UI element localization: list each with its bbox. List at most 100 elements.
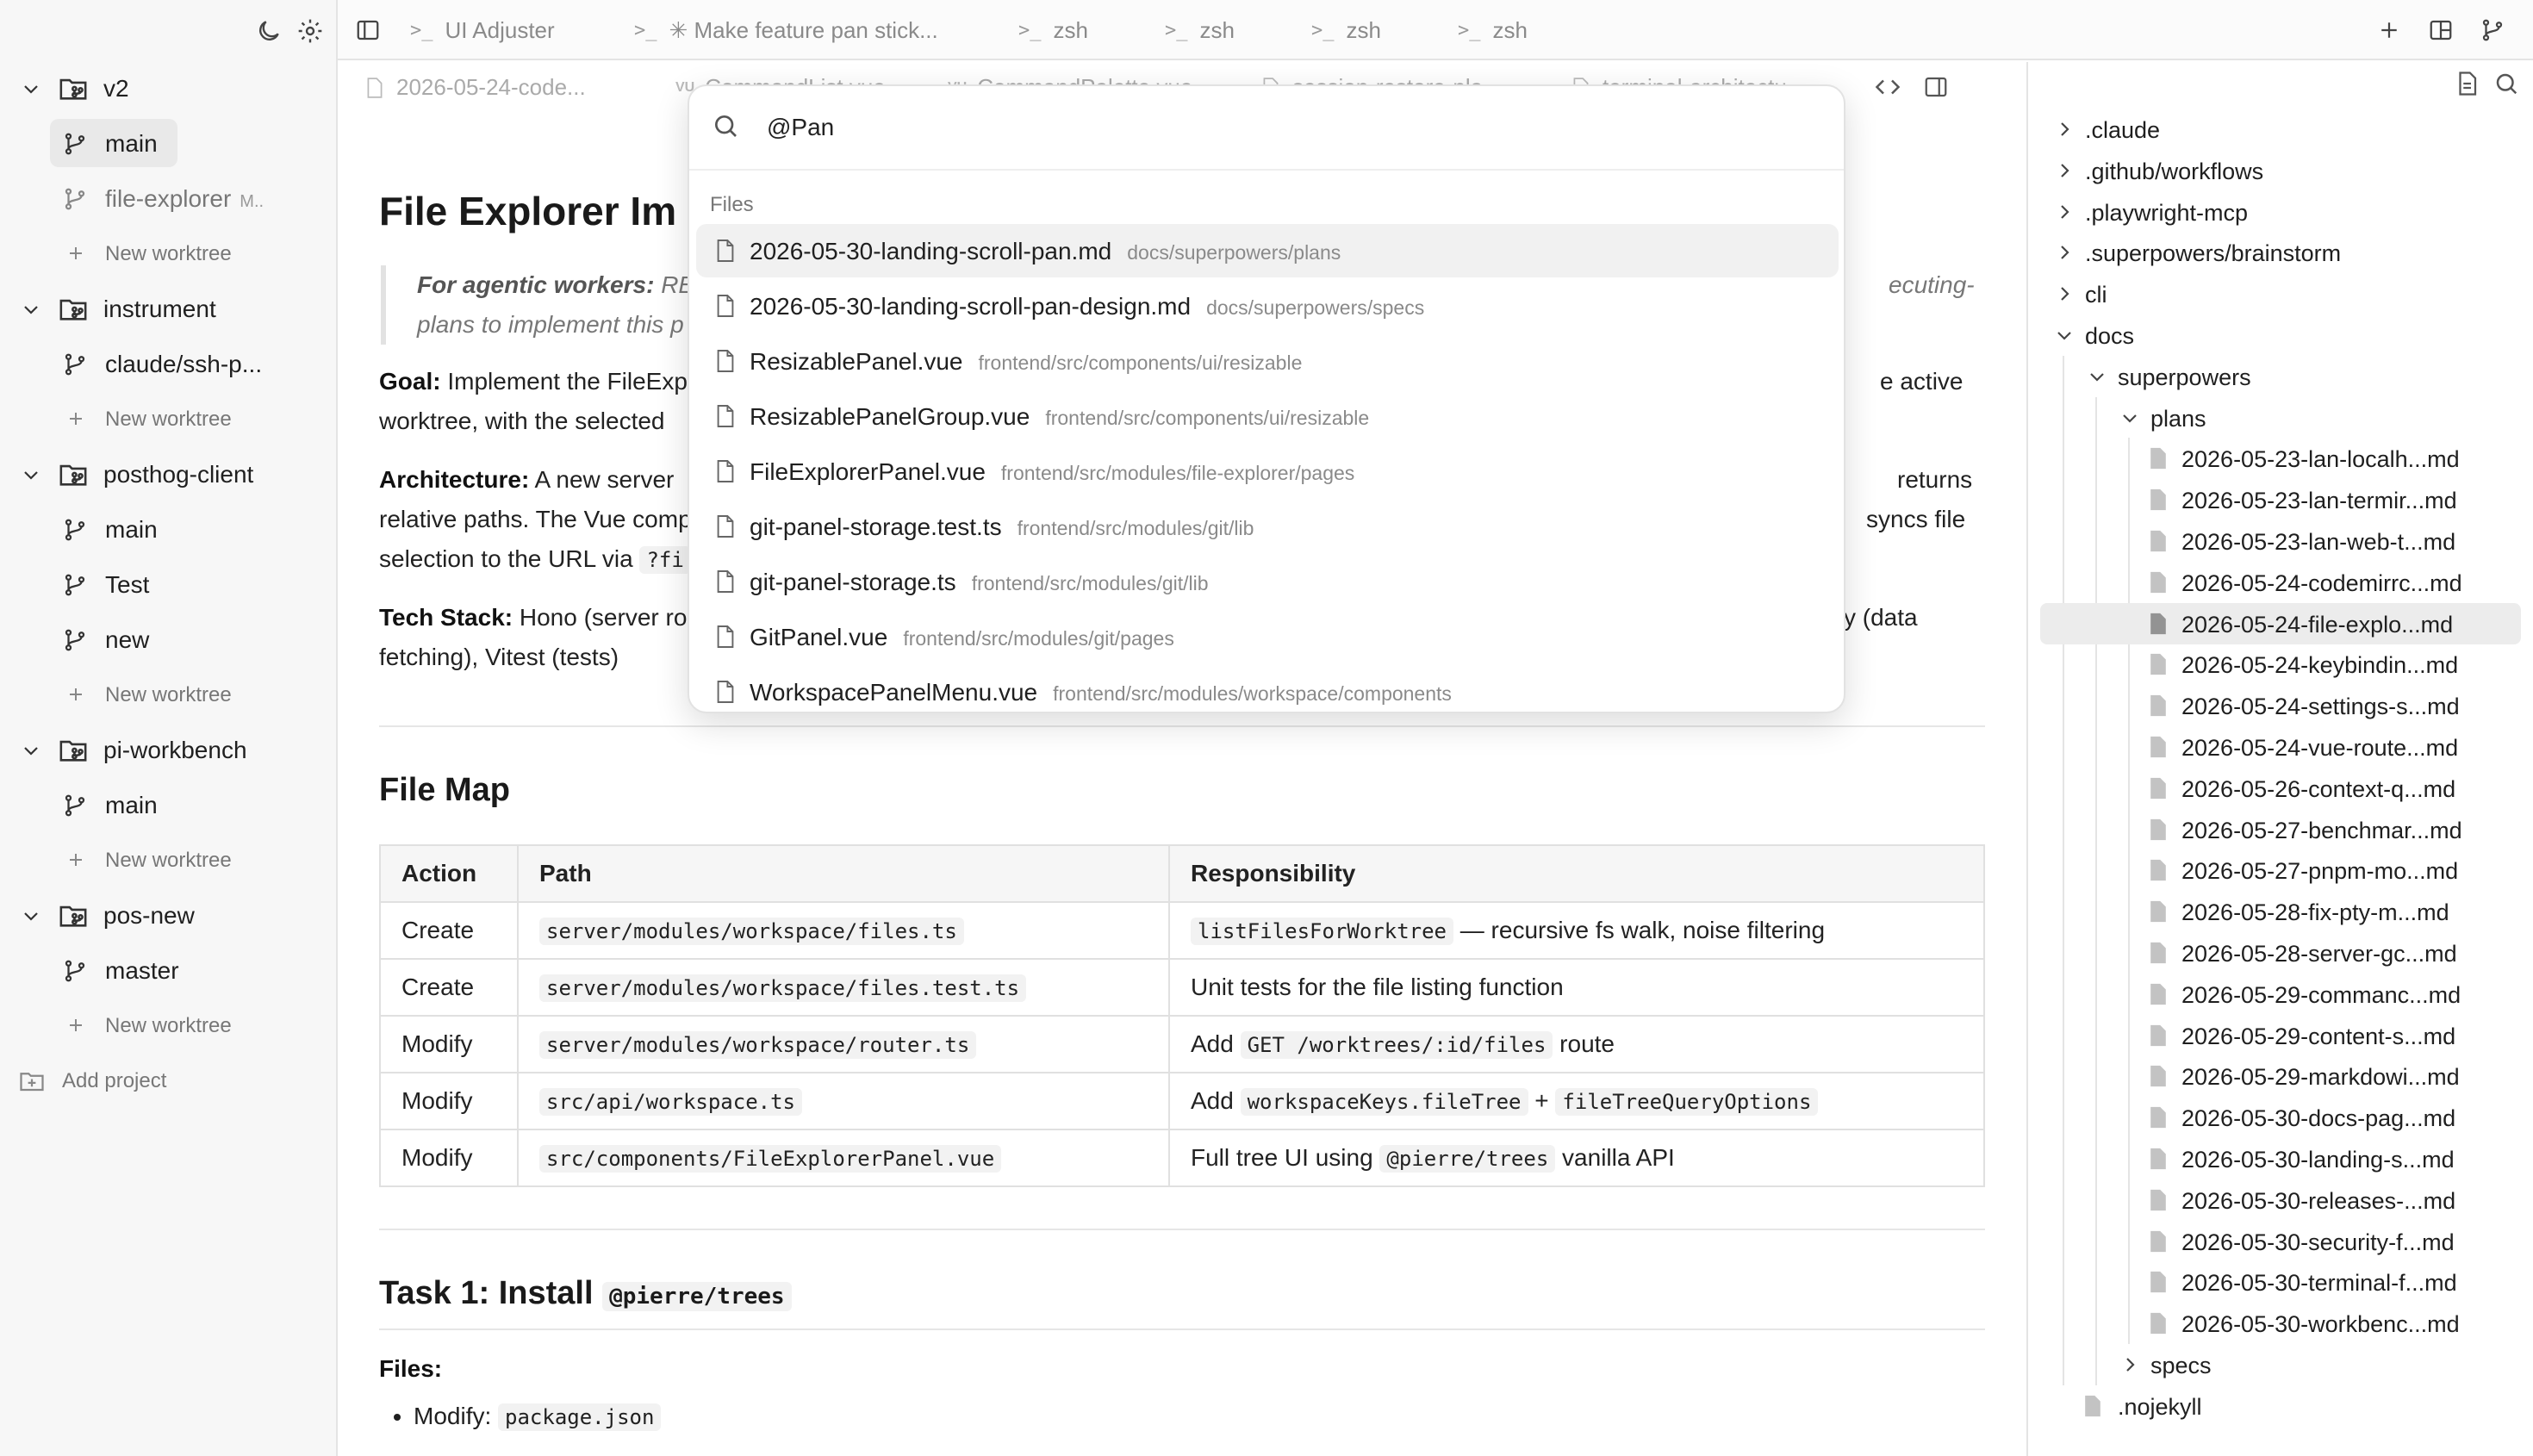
editor-tab[interactable]: 2026-05-24-code... [365, 74, 586, 101]
project-pos-new[interactable]: pos-new [0, 887, 336, 943]
tree-file[interactable]: 2026-05-30-security-f...md [2028, 1221, 2533, 1262]
tree-file[interactable]: 2026-05-24-file-explo...md [2028, 602, 2533, 644]
palette-result-item[interactable]: git-panel-storage.ts frontend/src/modules… [696, 555, 1839, 608]
tree-file[interactable]: 2026-05-27-benchmar...md [2028, 809, 2533, 850]
moon-icon[interactable] [255, 17, 283, 45]
palette-result-item[interactable]: git-panel-storage.test.ts frontend/src/mo… [696, 500, 1839, 553]
tab-zsh-1[interactable]: >_ zsh [1018, 0, 1088, 60]
tree-folder-specs[interactable]: specs [2028, 1344, 2533, 1385]
gear-icon[interactable] [296, 17, 324, 45]
worktree-file-explorer[interactable]: file-explorer M.. [0, 171, 336, 226]
result-path: frontend/src/components/ui/resizable [1045, 407, 1370, 429]
code-view-icon[interactable] [1875, 74, 1901, 100]
tree-folder-superpowers[interactable]: superpowers [2028, 356, 2533, 397]
result-label: 2026-05-30-landing-scroll-pan.md docs/sup… [750, 238, 1341, 265]
panel-toggle-icon[interactable] [1923, 74, 1949, 100]
add-project-button[interactable]: Add project [0, 1053, 336, 1108]
tree-file[interactable]: 2026-05-28-server-gc...md [2028, 932, 2533, 974]
project-instrument[interactable]: instrument [0, 281, 336, 336]
new-worktree-button[interactable]: New worktree [0, 998, 336, 1053]
tree-file[interactable]: 2026-05-28-fix-pty-m...md [2028, 891, 2533, 932]
tree-file[interactable]: 2026-05-24-vue-route...md [2028, 726, 2533, 768]
project-name: instrument [103, 296, 216, 322]
tree-folder-playwright-mcp[interactable]: .playwright-mcp [2028, 191, 2533, 233]
project-folder-icon [59, 74, 88, 103]
tree-item-label: .github/workflows [2085, 158, 2264, 184]
result-path: docs/superpowers/plans [1127, 241, 1341, 264]
new-worktree-label: New worktree [105, 849, 232, 872]
tree-item-label: plans [2150, 405, 2206, 432]
project-v2[interactable]: v2 [0, 60, 336, 115]
result-filename: git-panel-storage.test.ts [750, 513, 1002, 540]
tab-zsh-4[interactable]: >_ zsh [1458, 0, 1528, 60]
palette-result-item[interactable]: FileExplorerPanel.vue frontend/src/module… [696, 445, 1839, 498]
file-icon [2149, 488, 2168, 512]
worktree-main[interactable]: main [0, 777, 336, 832]
tree-file[interactable]: 2026-05-30-docs-pag...md [2028, 1097, 2533, 1138]
new-worktree-button[interactable]: New worktree [0, 391, 336, 446]
new-worktree-button[interactable]: New worktree [0, 226, 336, 281]
worktree-new[interactable]: new [0, 612, 336, 667]
tree-folder-github-workflows[interactable]: .github/workflows [2028, 150, 2533, 191]
palette-result-item[interactable]: 2026-05-30-landing-scroll-pan.md docs/sup… [696, 224, 1839, 277]
worktree-main[interactable]: main [0, 115, 336, 171]
chevron-down-icon[interactable] [21, 464, 41, 484]
new-worktree-button[interactable]: New worktree [0, 667, 336, 722]
tree-folder-claude[interactable]: .claude [2028, 109, 2533, 150]
terminal-tab-bar: >_ UI Adjuster >_ ✳ Make feature pan stick… [338, 0, 2533, 60]
tree-file[interactable]: 2026-05-23-lan-web-t...md [2028, 520, 2533, 562]
tree-file[interactable]: 2026-05-29-commanc...md [2028, 974, 2533, 1015]
new-worktree-label: New worktree [105, 242, 232, 265]
branch-icon [62, 517, 88, 543]
branch-icon[interactable] [2480, 17, 2505, 43]
chevron-down-icon[interactable] [21, 739, 41, 760]
tree-file[interactable]: 2026-05-26-context-q...md [2028, 768, 2533, 809]
tree-folder-superpowers-brainstorm[interactable]: .superpowers/brainstorm [2028, 232, 2533, 273]
worktree-label: main [105, 130, 158, 158]
worktree-label: Test [105, 571, 149, 599]
tab-make-feature[interactable]: >_ ✳ Make feature pan stick... [634, 0, 938, 60]
palette-result-item[interactable]: ResizablePanel.vue frontend/src/component… [696, 334, 1839, 388]
tree-file[interactable]: 2026-05-30-landing-s...md [2028, 1138, 2533, 1179]
tree-file[interactable]: 2026-05-24-settings-s...md [2028, 685, 2533, 726]
chevron-down-icon[interactable] [21, 78, 41, 98]
tree-file[interactable]: 2026-05-30-terminal-f...md [2028, 1261, 2533, 1303]
worktree-test[interactable]: Test [0, 557, 336, 612]
project-posthog-client[interactable]: posthog-client [0, 446, 336, 501]
tree-file[interactable]: 2026-05-30-releases-...md [2028, 1179, 2533, 1221]
chevron-down-icon[interactable] [21, 905, 41, 925]
search-icon[interactable] [2493, 71, 2519, 96]
palette-search-input[interactable] [767, 110, 1801, 145]
palette-result-item[interactable]: GitPanel.vue frontend/src/modules/git/pag… [696, 610, 1839, 663]
tab-zsh-3[interactable]: >_ zsh [1311, 0, 1381, 60]
worktree-master[interactable]: master [0, 943, 336, 998]
terminal-icon: >_ [1458, 19, 1481, 41]
tree-file[interactable]: 2026-05-29-content-s...md [2028, 1015, 2533, 1056]
tab-zsh-2[interactable]: >_ zsh [1165, 0, 1235, 60]
tree-file[interactable]: 2026-05-30-workbenc...md [2028, 1303, 2533, 1344]
palette-result-item[interactable]: 2026-05-30-landing-scroll-pan-design.md d… [696, 279, 1839, 333]
project-pi-workbench[interactable]: pi-workbench [0, 722, 336, 777]
tree-folder-plans[interactable]: plans [2028, 397, 2533, 439]
split-panel-icon[interactable] [2428, 17, 2454, 43]
tree-file[interactable]: .nojekyll [2028, 1385, 2533, 1427]
file-icon [2149, 1105, 2168, 1129]
tree-folder-docs[interactable]: docs [2028, 314, 2533, 356]
tree-file[interactable]: 2026-05-29-markdowi...md [2028, 1055, 2533, 1097]
plus-icon[interactable] [2376, 17, 2402, 43]
sidebar-toggle-icon[interactable] [355, 17, 381, 43]
new-worktree-button[interactable]: New worktree [0, 832, 336, 887]
tree-file[interactable]: 2026-05-24-codemirrc...md [2028, 562, 2533, 603]
worktree-claude-ssh-p[interactable]: claude/ssh-p... [0, 336, 336, 391]
chevron-down-icon[interactable] [21, 298, 41, 319]
palette-result-item[interactable]: ResizablePanelGroup.vue frontend/src/comp… [696, 389, 1839, 443]
tab-ui-adjuster[interactable]: >_ UI Adjuster [410, 0, 555, 60]
tree-folder-cli[interactable]: cli [2028, 273, 2533, 314]
file-icon[interactable] [2454, 71, 2480, 96]
palette-result-item[interactable]: WorkspacePanelMenu.vue frontend/src/modul… [696, 665, 1839, 712]
tree-file[interactable]: 2026-05-23-lan-localh...md [2028, 438, 2533, 479]
tree-file[interactable]: 2026-05-23-lan-termir...md [2028, 479, 2533, 520]
tree-file[interactable]: 2026-05-27-pnpm-mo...md [2028, 849, 2533, 891]
tree-file[interactable]: 2026-05-24-keybindin...md [2028, 644, 2533, 685]
worktree-main[interactable]: main [0, 501, 336, 557]
